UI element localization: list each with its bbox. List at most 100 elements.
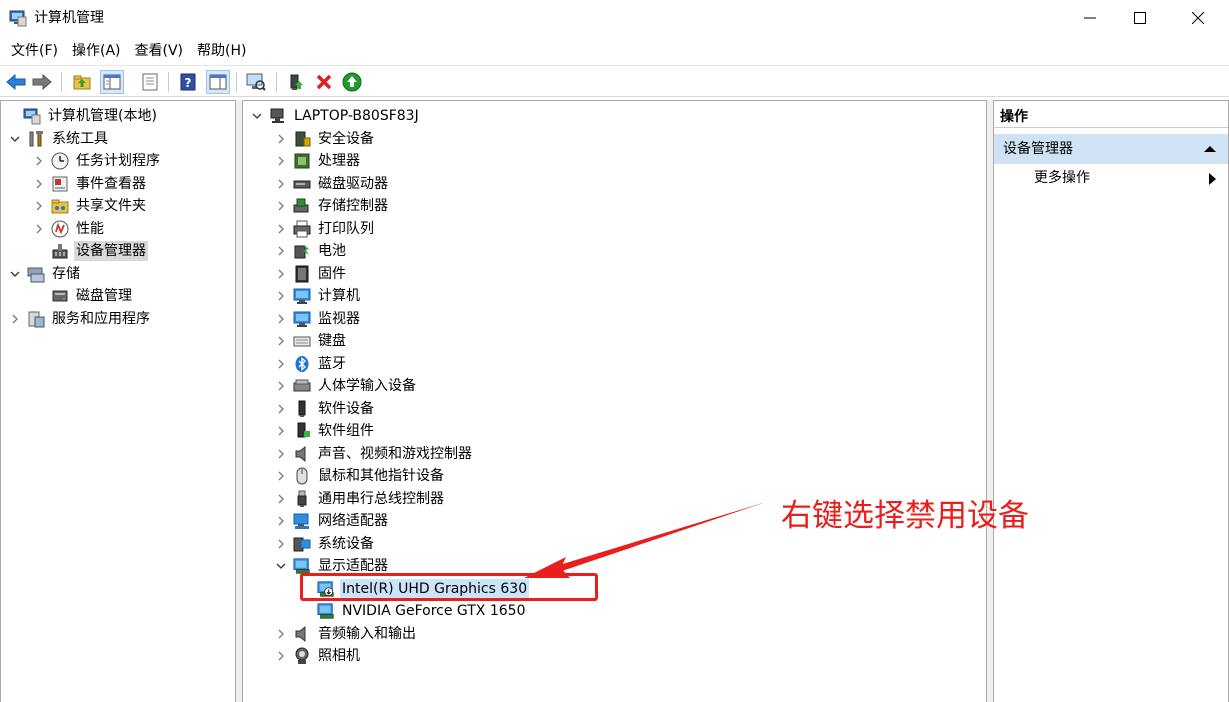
chevron-down-icon[interactable] [9, 133, 21, 145]
console-tree-item[interactable]: 共享文件夹 [33, 195, 148, 217]
chevron-right-icon[interactable] [275, 628, 287, 640]
tree-item-label: 性能 [76, 220, 104, 237]
device-category[interactable]: 计算机 [275, 285, 362, 307]
device-item[interactable]: NVIDIA GeForce GTX 1650 [299, 600, 527, 622]
device-category[interactable]: 打印队列 [275, 218, 376, 240]
device-category[interactable]: 电池 [275, 240, 348, 262]
chevron-right-icon[interactable] [33, 155, 45, 167]
actions-pane: 操作 设备管理器 更多操作 [993, 100, 1229, 702]
close-button[interactable] [1175, 0, 1221, 36]
more-actions-item[interactable]: 更多操作 [1034, 165, 1224, 191]
enable-device-button[interactable] [340, 70, 364, 94]
device-category[interactable]: 鼠标和其他指针设备 [275, 465, 446, 487]
actions-section-device-manager[interactable]: 设备管理器 [994, 134, 1228, 164]
chevron-right-icon[interactable] [9, 313, 21, 325]
menu-file[interactable]: 文件(F) [4, 37, 65, 65]
printer-icon [293, 220, 311, 238]
chevron-right-icon[interactable] [275, 403, 287, 415]
forward-button[interactable] [30, 70, 54, 94]
device-category[interactable]: 人体学输入设备 [275, 375, 418, 397]
back-button[interactable] [4, 70, 28, 94]
chevron-right-icon[interactable] [275, 290, 287, 302]
chevron-right-icon[interactable] [275, 425, 287, 437]
tree-item-label: 软件设备 [318, 400, 374, 417]
menu-view[interactable]: 查看(V) [128, 37, 191, 65]
chevron-right-icon[interactable] [275, 223, 287, 235]
chevron-right-icon[interactable] [275, 515, 287, 527]
disk-drive-icon [293, 175, 311, 193]
device-tree-pane[interactable]: LAPTOP-B80SF83J 安全设备处理器 磁盘驱动器 存储控制器 打印队列 电池固件… [242, 100, 987, 702]
uninstall-device-button[interactable] [312, 70, 336, 94]
console-tree-item[interactable]: 存储 [9, 263, 82, 285]
tree-item-label: 安全设备 [318, 130, 374, 147]
console-tree-item[interactable]: 系统工具 [9, 128, 110, 150]
device-category[interactable]: 存储控制器 [275, 195, 390, 217]
update-driver-icon [290, 74, 303, 90]
device-category[interactable]: 蓝牙 [275, 353, 348, 375]
chevron-down-icon[interactable] [275, 560, 287, 572]
device-category[interactable]: 通用串行总线控制器 [275, 488, 446, 510]
chevron-right-icon[interactable] [275, 200, 287, 212]
chevron-right-icon[interactable] [275, 133, 287, 145]
chevron-right-icon[interactable] [275, 493, 287, 505]
device-category[interactable]: 照相机 [275, 645, 362, 667]
device-category[interactable]: 系统设备 [275, 533, 376, 555]
up-level-button[interactable] [70, 70, 94, 94]
chevron-right-icon[interactable] [275, 245, 287, 257]
tree-item-label: 存储 [52, 265, 80, 282]
device-category[interactable]: 固件 [275, 263, 348, 285]
chevron-right-icon[interactable] [275, 335, 287, 347]
chevron-right-icon[interactable] [275, 470, 287, 482]
chevron-right-icon[interactable] [275, 358, 287, 370]
device-category[interactable]: 软件组件 [275, 420, 376, 442]
chevron-down-icon[interactable] [251, 110, 263, 122]
console-tree-item[interactable]: 磁盘管理 [33, 285, 134, 307]
properties-button[interactable] [138, 70, 162, 94]
device-category[interactable]: 键盘 [275, 330, 348, 352]
menu-action[interactable]: 操作(A) [65, 37, 128, 65]
chevron-right-icon[interactable] [275, 155, 287, 167]
chevron-right-icon[interactable] [275, 178, 287, 190]
chevron-right-icon[interactable] [33, 200, 45, 212]
console-tree-item[interactable]: 任务计划程序 [33, 150, 162, 172]
show-hide-console-tree-button[interactable] [100, 70, 124, 94]
computer-management-icon [23, 107, 41, 125]
chevron-right-icon[interactable] [275, 538, 287, 550]
chevron-right-icon[interactable] [275, 380, 287, 392]
console-tree-item[interactable]: 计算机管理(本地) [5, 105, 159, 127]
console-tree-pane[interactable]: 计算机管理(本地) 系统工具 任务计划程序 事件查看器 共享文件夹性能设备管理器存储磁盘… [0, 100, 236, 702]
chevron-right-icon[interactable] [275, 313, 287, 325]
minimize-button[interactable] [1067, 0, 1113, 36]
device-category[interactable]: 软件设备 [275, 398, 376, 420]
device-category[interactable]: 网络适配器 [275, 510, 390, 532]
device-category[interactable]: 监视器 [275, 308, 362, 330]
chevron-right-icon[interactable] [33, 223, 45, 235]
device-category[interactable]: 声音、视频和游戏控制器 [275, 443, 474, 465]
device-category[interactable]: 磁盘驱动器 [275, 173, 390, 195]
tree-item-label: 固件 [318, 265, 346, 282]
device-category[interactable]: 音频输入和输出 [275, 623, 418, 645]
update-driver-button[interactable] [284, 70, 308, 94]
chevron-down-icon[interactable] [9, 268, 21, 280]
clock-icon [51, 152, 69, 170]
toolbar-separator [168, 72, 169, 92]
console-tree-item[interactable]: 性能 [33, 218, 106, 240]
maximize-button[interactable] [1117, 0, 1163, 36]
chevron-right-icon[interactable] [33, 178, 45, 190]
show-hide-action-pane-button[interactable] [206, 70, 230, 94]
chevron-right-icon[interactable] [275, 448, 287, 460]
console-tree-item[interactable]: 设备管理器 [33, 240, 148, 262]
bluetooth-icon [293, 355, 311, 373]
console-tree-item[interactable]: 服务和应用程序 [9, 308, 152, 330]
help-button[interactable]: ? [176, 70, 200, 94]
scan-hardware-button[interactable] [244, 70, 268, 94]
chevron-right-icon[interactable] [275, 268, 287, 280]
chevron-right-icon[interactable] [275, 650, 287, 662]
menu-help[interactable]: 帮助(H) [190, 37, 253, 65]
computer-icon [269, 107, 287, 125]
console-tree-item[interactable]: 事件查看器 [33, 173, 148, 195]
device-category[interactable]: 处理器 [275, 150, 362, 172]
device-category[interactable]: 安全设备 [275, 128, 376, 150]
device-tree-root[interactable]: LAPTOP-B80SF83J [251, 105, 421, 127]
